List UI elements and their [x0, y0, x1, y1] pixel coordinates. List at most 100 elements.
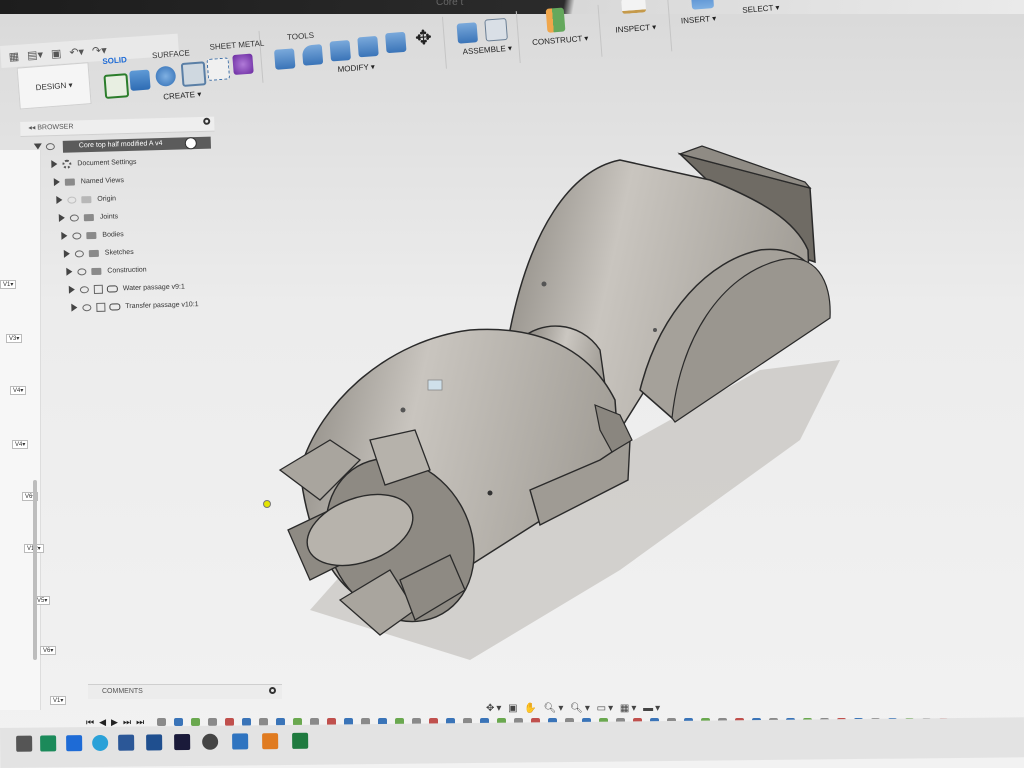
origin-point[interactable]: [263, 500, 271, 508]
timeline-first-icon[interactable]: ⏮: [86, 717, 94, 728]
timeline-feature-icon[interactable]: [174, 718, 184, 726]
pin-icon[interactable]: [203, 117, 211, 125]
visibility-icon[interactable]: [45, 142, 55, 150]
tab-sheet-metal[interactable]: SHEET METAL: [209, 39, 264, 52]
component-icon: [93, 284, 103, 294]
mail-icon[interactable]: [146, 734, 163, 751]
excel-icon[interactable]: [292, 732, 309, 749]
visibility-icon[interactable]: [72, 231, 82, 240]
version-badge[interactable]: V1▾: [0, 280, 17, 289]
expand-icon[interactable]: [51, 160, 58, 169]
pattern-icon[interactable]: [206, 57, 231, 82]
timeline-prev-icon[interactable]: ◀: [99, 717, 106, 728]
comments-panel[interactable]: COMMENTS: [88, 684, 282, 699]
visibility-icon[interactable]: [82, 303, 92, 311]
construct-menu[interactable]: CONSTRUCT ▾: [532, 34, 589, 47]
tree-item[interactable]: Construction: [66, 265, 147, 279]
create-sketch-icon[interactable]: [103, 73, 130, 99]
tree-item[interactable]: Transfer passage v10:1: [71, 299, 199, 315]
scale-icon[interactable]: [385, 31, 407, 54]
expand-icon[interactable]: [63, 249, 70, 258]
version-badge[interactable]: V6▾: [40, 646, 57, 655]
expand-icon[interactable]: [33, 143, 42, 150]
assemble-menu[interactable]: ASSEMBLE ▾: [462, 44, 512, 57]
tree-item[interactable]: Bodies: [61, 229, 124, 243]
settings-gear-icon[interactable]: [202, 733, 219, 750]
select-menu[interactable]: SELECT ▾: [742, 3, 780, 15]
timeline-feature-icon[interactable]: [191, 718, 201, 726]
folder-icon: [64, 178, 75, 186]
tree-item[interactable]: Sketches: [63, 247, 134, 261]
visibility-icon[interactable]: [77, 267, 87, 276]
new-component-icon[interactable]: [456, 22, 479, 44]
add-comment-icon[interactable]: [269, 687, 276, 694]
browser-panel: ◂◂ BROWSER Core top half modified A v4 D…: [20, 111, 216, 326]
press-pull-icon[interactable]: [273, 48, 296, 70]
revolve-icon[interactable]: [154, 65, 177, 87]
expand-icon[interactable]: [71, 303, 78, 312]
app-icon[interactable]: [118, 734, 135, 751]
visibility-icon[interactable]: [67, 196, 77, 204]
joint-icon[interactable]: [484, 17, 508, 42]
start-icon[interactable]: [16, 735, 33, 752]
navigation-bar[interactable]: ✥▾ ▣ ✋ 🔍︎▾ 🔍︎▾ ▭▾ ▦▾ ▬▾: [486, 703, 662, 714]
browser-header[interactable]: ◂◂ BROWSER: [20, 116, 215, 137]
visibility-icon[interactable]: [69, 214, 79, 222]
tree-item[interactable]: Joints: [58, 211, 119, 225]
tab-solid[interactable]: SOLID: [102, 55, 127, 66]
sketch-point[interactable]: [400, 407, 406, 413]
tree-item[interactable]: Origin: [56, 193, 116, 207]
hole-icon[interactable]: [180, 61, 207, 87]
tree-item[interactable]: Named Views: [53, 175, 124, 189]
visibility-icon[interactable]: [74, 249, 84, 258]
version-badge[interactable]: V4▾: [10, 386, 27, 395]
tree-item[interactable]: Document Settings: [51, 157, 137, 171]
expand-icon[interactable]: [66, 267, 73, 276]
construct-plane-icon[interactable]: [545, 7, 566, 33]
expand-icon[interactable]: [61, 231, 68, 241]
fusion360-screenshot: Core t ▦ ▤▾ ▣ ↶▾ ↷▾ DESIGN ▾ SOLID SURFA…: [0, 0, 1024, 768]
extrude-icon[interactable]: [129, 69, 151, 91]
shell-icon[interactable]: [329, 40, 352, 62]
sketch-point[interactable]: [487, 490, 493, 496]
measure-icon[interactable]: [621, 0, 647, 15]
component-icon: [96, 302, 106, 312]
workspace-dropdown[interactable]: DESIGN ▾: [16, 62, 92, 110]
inspect-menu[interactable]: INSPECT ▾: [615, 22, 656, 34]
fusion360-icon[interactable]: [262, 733, 279, 750]
modify-menu[interactable]: MODIFY ▾: [337, 62, 375, 74]
insert-image-icon[interactable]: [690, 0, 715, 10]
insert-menu[interactable]: INSERT ▾: [681, 14, 717, 26]
collapse-icon[interactable]: ◂◂: [28, 125, 37, 132]
app-icon[interactable]: [66, 735, 83, 752]
move-icon[interactable]: ✥: [413, 27, 434, 50]
create-menu[interactable]: CREATE ▾: [163, 90, 202, 102]
fillet-icon[interactable]: [301, 44, 324, 66]
sketch-point[interactable]: [653, 328, 657, 332]
tree-root-toggle[interactable]: [33, 141, 60, 154]
expand-icon[interactable]: [53, 178, 60, 187]
visibility-icon[interactable]: [79, 285, 89, 294]
folder-icon: [86, 231, 97, 239]
folder-icon: [91, 267, 102, 275]
model-viewport[interactable]: [240, 140, 860, 700]
photoshop-icon[interactable]: [174, 734, 191, 751]
tree-item[interactable]: Water passage v9:1: [68, 281, 185, 296]
app-icon[interactable]: [40, 735, 57, 752]
sketch-point[interactable]: [541, 281, 547, 287]
cursor-indicator: [427, 379, 443, 391]
version-badge[interactable]: V1▾: [50, 696, 67, 705]
timeline-feature-icon[interactable]: [157, 718, 167, 726]
combine-icon[interactable]: [357, 35, 379, 58]
expand-icon[interactable]: [58, 213, 65, 223]
version-badge[interactable]: V4▾: [12, 440, 29, 449]
expand-icon[interactable]: [56, 196, 63, 205]
edge-icon[interactable]: [92, 734, 109, 752]
tab-tools[interactable]: TOOLS: [287, 31, 315, 42]
version-badge[interactable]: V3▾: [6, 334, 23, 343]
app-icon[interactable]: [232, 733, 249, 750]
expand-icon[interactable]: [68, 285, 75, 294]
form-icon[interactable]: [232, 53, 254, 76]
scrollbar[interactable]: [33, 480, 37, 660]
tab-surface[interactable]: SURFACE: [152, 48, 190, 60]
